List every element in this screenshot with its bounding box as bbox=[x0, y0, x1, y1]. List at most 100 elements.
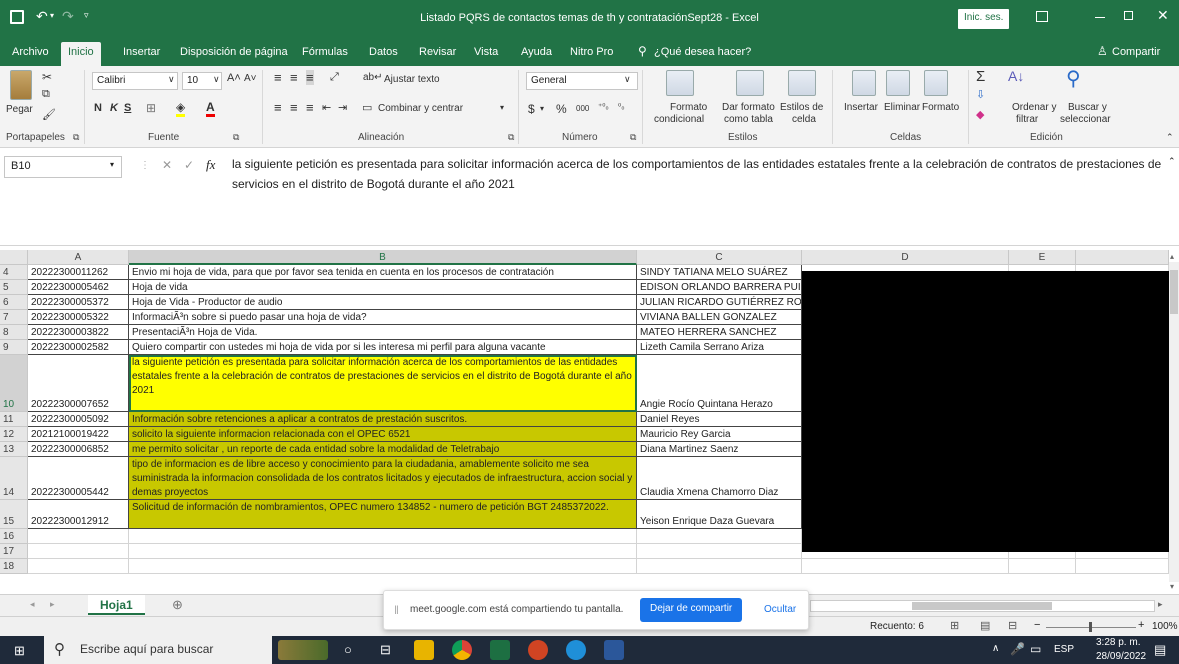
tab-disposicion[interactable]: Disposición de página bbox=[180, 46, 288, 58]
select-all-corner[interactable] bbox=[0, 250, 28, 265]
column-header-c[interactable]: C bbox=[637, 250, 802, 265]
borders-icon[interactable]: ⊞ bbox=[146, 101, 156, 115]
underline-button[interactable]: S bbox=[124, 102, 131, 114]
cell-b-row[interactable]: Envio mi hoja de vida, para que por favo… bbox=[129, 265, 637, 280]
ribbon-display-icon[interactable] bbox=[1036, 11, 1048, 22]
cell-b-row[interactable]: InformaciÃ³n sobre si puedo pasar una ho… bbox=[129, 310, 637, 325]
alignment-launcher-icon[interactable]: ⧉ bbox=[508, 132, 514, 143]
cell-c-row[interactable]: SINDY TATIANA MELO SUÁREZ bbox=[637, 265, 802, 280]
chrome-icon[interactable] bbox=[452, 640, 472, 660]
cell-a-row[interactable]: 20222300005372 bbox=[28, 295, 129, 310]
format-cells-button[interactable]: Formato bbox=[922, 102, 959, 113]
insert-function-icon[interactable]: fx bbox=[206, 157, 215, 173]
microphone-icon[interactable]: 🎤 bbox=[1010, 642, 1025, 656]
name-box-dropdown-icon[interactable]: ▾ bbox=[110, 160, 114, 169]
column-header-a[interactable]: A bbox=[28, 250, 129, 265]
align-middle-icon[interactable]: ≡ bbox=[290, 70, 298, 85]
number-launcher-icon[interactable]: ⧉ bbox=[630, 132, 636, 143]
table-format-label-2[interactable]: como tabla bbox=[724, 114, 773, 125]
collapse-formula-icon[interactable]: ⌃ bbox=[1168, 156, 1176, 167]
enter-icon[interactable]: ✓ bbox=[184, 158, 194, 172]
tab-archivo[interactable]: Archivo bbox=[12, 46, 49, 58]
delete-cells-icon[interactable] bbox=[886, 70, 910, 96]
cell-c-row[interactable]: Lizeth Camila Serrano Ariza bbox=[637, 340, 802, 355]
row-header[interactable]: 18 bbox=[0, 559, 28, 574]
collapse-ribbon-icon[interactable]: ⌃ bbox=[1166, 132, 1174, 143]
clock-time[interactable]: 3:28 p. m. bbox=[1096, 637, 1140, 648]
cell-c-row[interactable]: Yeison Enrique Daza Guevara bbox=[637, 500, 802, 529]
tab-ayuda[interactable]: Ayuda bbox=[521, 46, 552, 58]
formula-content[interactable]: la siguiente petición es presentada para… bbox=[232, 154, 1167, 194]
number-format-select[interactable]: General bbox=[526, 72, 638, 90]
sort-filter-label-2[interactable]: filtrar bbox=[1016, 114, 1038, 125]
cut-icon[interactable]: ✂ bbox=[42, 70, 52, 84]
cell-b-row[interactable] bbox=[129, 529, 637, 544]
decrease-decimal-icon[interactable]: ⁰₀ bbox=[618, 102, 625, 111]
share-button[interactable]: Compartir bbox=[1112, 46, 1160, 58]
paste-icon[interactable] bbox=[10, 70, 32, 100]
cell-b-row[interactable]: me permito solicitar , un reporte de cad… bbox=[129, 442, 637, 457]
table-format-label[interactable]: Dar formato bbox=[722, 102, 775, 113]
fill-icon[interactable]: ⇩ bbox=[976, 88, 985, 101]
row-header[interactable]: 5 bbox=[0, 280, 28, 295]
network-icon[interactable]: ▭ bbox=[1030, 642, 1041, 656]
row-header[interactable]: 15 bbox=[0, 500, 28, 529]
add-sheet-icon[interactable]: ⊕ bbox=[172, 597, 183, 613]
sheet-tab-hoja1[interactable]: Hoja1 bbox=[88, 595, 145, 615]
news-weather-icon[interactable] bbox=[278, 640, 328, 660]
sort-filter-icon[interactable]: A↓ bbox=[1008, 68, 1024, 84]
horizontal-scroll-right-icon[interactable]: ▸ bbox=[1158, 599, 1163, 610]
cell-empty[interactable] bbox=[802, 559, 1009, 574]
row-header[interactable]: 12 bbox=[0, 427, 28, 442]
close-icon[interactable]: ✕ bbox=[1157, 7, 1169, 24]
tab-vista[interactable]: Vista bbox=[474, 46, 498, 58]
merge-center-icon[interactable]: ▭ bbox=[362, 101, 372, 114]
file-explorer-icon[interactable] bbox=[414, 640, 434, 660]
powerpoint-icon[interactable] bbox=[528, 640, 548, 660]
row-header[interactable]: 9 bbox=[0, 340, 28, 355]
cell-c-row[interactable] bbox=[637, 559, 802, 574]
page-break-view-icon[interactable]: ⊟ bbox=[1008, 619, 1017, 632]
delete-cells-button[interactable]: Eliminar bbox=[884, 102, 920, 113]
vertical-scroll-thumb[interactable] bbox=[1170, 270, 1178, 314]
cell-a-row[interactable]: 20222300007652 bbox=[28, 355, 129, 412]
cell-a-row[interactable] bbox=[28, 544, 129, 559]
column-header-d[interactable]: D bbox=[802, 250, 1009, 265]
signin-button[interactable]: Inic. ses. bbox=[958, 9, 1010, 29]
cell-b-row[interactable]: Quiero compartir con ustedes mi hoja de … bbox=[129, 340, 637, 355]
zoom-in-icon[interactable]: + bbox=[1138, 619, 1144, 631]
clipboard-launcher-icon[interactable]: ⧉ bbox=[73, 132, 79, 143]
tab-revisar[interactable]: Revisar bbox=[419, 46, 456, 58]
align-center-icon[interactable]: ≡ bbox=[290, 100, 298, 115]
normal-view-icon[interactable]: ⊞ bbox=[950, 619, 959, 632]
cell-b-row[interactable]: Hoja de vida bbox=[129, 280, 637, 295]
font-name-select[interactable]: Calibri bbox=[92, 72, 178, 90]
cell-c-row[interactable]: Daniel Reyes bbox=[637, 412, 802, 427]
cell-a-row[interactable]: 20222300011262 bbox=[28, 265, 129, 280]
insert-cells-icon[interactable] bbox=[852, 70, 876, 96]
row-header[interactable]: 17 bbox=[0, 544, 28, 559]
conditional-format-label[interactable]: Formato bbox=[670, 102, 707, 113]
clear-icon[interactable]: ◆ bbox=[976, 108, 984, 121]
zoom-out-icon[interactable]: − bbox=[1034, 619, 1040, 631]
tray-chevron-icon[interactable]: ∧ bbox=[992, 643, 999, 654]
increase-decimal-icon[interactable]: ⁺⁰₀ bbox=[598, 102, 609, 111]
cell-b-row[interactable]: PresentaciÃ³n Hoja de Vida. bbox=[129, 325, 637, 340]
tab-nitro[interactable]: Nitro Pro bbox=[570, 46, 613, 58]
vertical-scroll-up-icon[interactable]: ▴ bbox=[1170, 252, 1174, 261]
conditional-format-icon[interactable] bbox=[666, 70, 694, 96]
tab-inicio[interactable]: Inicio bbox=[61, 42, 101, 66]
row-header[interactable]: 16 bbox=[0, 529, 28, 544]
percent-button[interactable]: % bbox=[556, 102, 567, 116]
cell-b-row[interactable]: tipo de informacion es de libre acceso y… bbox=[129, 457, 637, 500]
cell-c-row[interactable]: JULIAN RICARDO GUTIÉRREZ RODRÍ bbox=[637, 295, 802, 310]
copy-icon[interactable]: ⧉ bbox=[42, 88, 50, 101]
cell-c-row[interactable] bbox=[637, 529, 802, 544]
column-header-b[interactable]: B bbox=[129, 250, 637, 265]
zoom-slider-thumb[interactable] bbox=[1089, 622, 1092, 632]
cell-c-row[interactable]: EDISON ORLANDO BARRERA PUIN bbox=[637, 280, 802, 295]
minimize-icon[interactable] bbox=[1095, 17, 1105, 18]
cell-a-row[interactable] bbox=[28, 559, 129, 574]
cell-styles-label[interactable]: Estilos de bbox=[780, 102, 823, 113]
stop-sharing-button[interactable]: Dejar de compartir bbox=[640, 598, 743, 622]
